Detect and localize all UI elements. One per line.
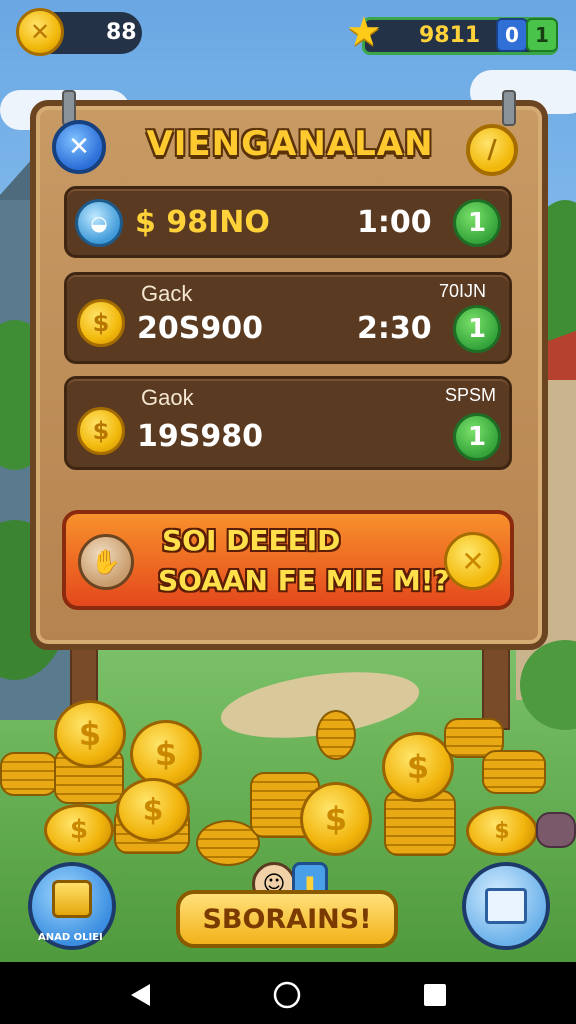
sign-post-right [482,640,510,730]
reward-row[interactable]: ◒ $ 98INO 1:00 1 [64,186,512,258]
reward-time: 1:00 [357,205,432,240]
claim-button-label: 1 [467,208,487,238]
coin-flat [316,710,356,760]
promo-banner[interactable]: ✋ SOI DEEEID SOAAN FE MIE M!? ✕ [62,510,514,610]
dollar-coin-icon: $ [77,407,125,455]
green-toggle-button[interactable]: 1 [526,18,558,52]
coin-icon: ✕ [16,8,64,56]
shop-button[interactable]: ANAD OLIEI [28,862,116,950]
claim-button[interactable]: 1 [453,305,501,353]
coin-flat [536,812,576,848]
close-icon[interactable]: ✕ [444,532,502,590]
bucket-icon: ◒ [75,199,123,247]
reward-label: Gack [141,281,193,306]
coin-counter[interactable]: ✕ 88 [16,8,142,56]
coin-stack [482,750,546,794]
reward-row[interactable]: Gaok SPSM $ 19S980 1 [64,376,512,470]
bucket-icon [52,880,92,918]
claim-button[interactable]: 1 [453,413,501,461]
banner-line-1: SOI DEEEID [162,524,341,557]
shop-label: ANAD OLIEI [38,932,103,943]
system-nav-bar [0,962,576,1024]
edit-icon[interactable]: / [466,124,518,176]
dollar-coin: $ [300,782,372,856]
dollar-coin: $ [54,700,126,768]
reward-amount: $ 98INO [135,205,270,240]
reward-amount: 20S900 [137,311,263,346]
dollar-coin: $ [44,804,114,856]
green-toggle-label: 1 [535,23,549,47]
board-hook [502,90,516,126]
reward-tag: SPSM [445,385,497,405]
coin-stack [0,752,58,796]
blue-toggle-label: 0 [505,23,519,47]
hand-icon: ✋ [78,534,134,590]
dollar-coin: $ [130,720,202,788]
back-icon[interactable] [128,982,154,1008]
reward-amount: 19S980 [137,419,263,454]
claim-button-label: 1 [467,422,487,452]
reward-row[interactable]: Gack 70IJN $ 20S900 2:30 1 [64,272,512,364]
reward-tag: 70IJN [439,281,487,301]
home-icon[interactable] [272,980,302,1010]
wallet-icon [485,888,527,924]
coin-count: 88 [106,20,137,45]
close-icon[interactable]: ✕ [52,120,106,174]
claim-button-label: 1 [467,314,487,344]
dollar-coin-icon: $ [77,299,125,347]
main-action-button[interactable]: SBORAINS! [176,890,398,948]
board-title: VIENGANALAN [146,124,434,164]
banner-line-2: SOAAN FE MIE M!? [158,564,450,597]
dollar-coin: $ [466,806,538,856]
dollar-coin: $ [116,778,190,842]
reward-time: 2:30 [357,311,432,346]
recents-icon[interactable] [422,982,448,1008]
level-value: 9811 [419,23,481,48]
blue-toggle-button[interactable]: 0 [496,18,528,52]
reward-label: Gaok [141,385,194,410]
wallet-button[interactable] [462,862,550,950]
claim-button[interactable]: 1 [453,199,501,247]
star-icon: ★ [346,9,382,55]
